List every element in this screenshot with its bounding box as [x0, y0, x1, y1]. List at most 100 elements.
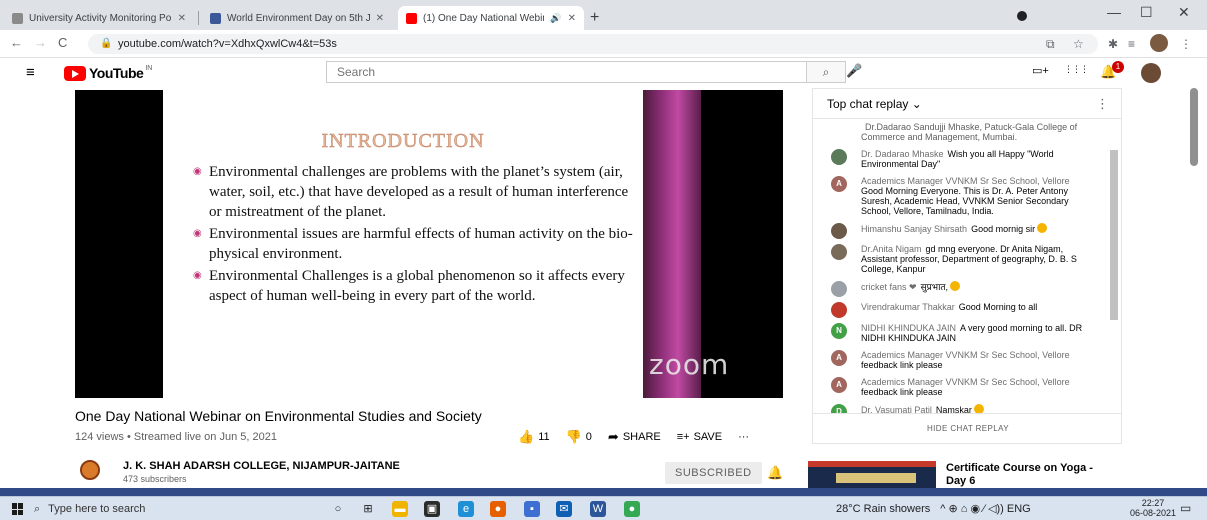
back-button[interactable]: ← [10, 35, 23, 50]
tab-university[interactable]: University Activity Monitoring Po ✕ [4, 6, 194, 30]
chat-author: Dr.Anita Nigam [861, 244, 922, 254]
slide-bullet: Environmental challenges are problems wi… [193, 162, 633, 222]
chat-avatar[interactable] [831, 302, 847, 318]
chat-scrollbar[interactable] [1110, 150, 1118, 320]
apps-grid-icon[interactable]: ⋮⋮⋮ [1064, 64, 1089, 75]
clock-date: 06-08-2021 [1130, 508, 1177, 518]
chat-message: Dr.Dadarao Sandujji Mhaske, Patuck-Gala … [813, 120, 1109, 144]
chat-mode-dropdown[interactable]: Top chat replay ⌄ [827, 97, 922, 111]
chat-avatar[interactable]: N [831, 323, 847, 339]
search-input[interactable] [327, 62, 806, 82]
hamburger-menu-icon[interactable]: ≡ [26, 64, 35, 81]
chat-avatar[interactable] [831, 244, 847, 260]
youtube-logo[interactable]: YouTube IN [64, 65, 152, 81]
chat-message: Dr.Anita Nigam gd mng everyone. Dr Anita … [813, 242, 1109, 276]
more-actions-button[interactable]: ··· [738, 431, 749, 443]
chat-message: Himanshu Sanjay Shirsath Good mornig sir [813, 221, 1109, 239]
subscribed-button[interactable]: SUBSCRIBED [665, 462, 762, 484]
maximize-button[interactable]: ☐ [1140, 4, 1153, 21]
recommended-video-thumbnail[interactable] [808, 461, 936, 491]
browser-menu-icon[interactable]: ⋮ [1180, 37, 1192, 51]
channel-name[interactable]: J. K. SHAH ADARSH COLLEGE, NIJAMPUR-JAIT… [123, 460, 400, 472]
microphone-icon[interactable]: 🎤 [846, 63, 862, 79]
action-center-icon[interactable]: ▭ [1180, 501, 1191, 515]
share-label: SHARE [622, 431, 661, 443]
chat-avatar[interactable]: A [831, 176, 847, 192]
page-scrollbar[interactable] [1190, 88, 1198, 166]
forward-button[interactable]: → [34, 35, 47, 50]
url-text[interactable]: youtube.com/watch?v=XdhxQxwlCw4&t=53s [118, 38, 337, 50]
windows-taskbar: ⌕ Type here to search ○ ⊞ ▬ ▣ e ● ▪ ✉ W ● 28°C Ra… [0, 496, 1207, 520]
tab-separator [198, 11, 199, 25]
task-view-icon[interactable]: ⊞ [360, 501, 376, 517]
chat-avatar[interactable] [831, 149, 847, 165]
chat-text: Good mornig sir [971, 224, 1036, 234]
chat-avatar[interactable]: A [831, 377, 847, 393]
extensions-icon[interactable]: ✱ [1108, 37, 1118, 51]
search-box[interactable] [326, 61, 806, 83]
cortana-icon[interactable]: ○ [330, 501, 346, 517]
channel-bell-icon[interactable]: 🔔 [767, 465, 783, 481]
chat-message: D Dr. Vasumati Patil Namskar [813, 402, 1109, 413]
chat-avatar[interactable]: A [831, 350, 847, 366]
clock-time: 22:27 [1141, 498, 1165, 508]
tray-icons[interactable]: ^ ⊕ ⌂ ◉ ⁄ ◁)) ENG [940, 502, 1030, 515]
store-icon[interactable]: ▣ [424, 501, 440, 517]
dislike-button[interactable]: 👎 0 [566, 429, 592, 445]
chat-text: Good Morning to all [958, 302, 1038, 312]
tab-close-icon[interactable]: ✕ [568, 13, 576, 24]
tab-environment-day[interactable]: World Environment Day on 5th J ✕ [202, 6, 392, 30]
reload-button[interactable]: C [58, 35, 67, 50]
address-bar[interactable]: 🔒 youtube.com/watch?v=XdhxQxwlCw4&t=53s … [88, 34, 1098, 54]
chat-avatar[interactable] [831, 223, 847, 239]
mail-icon[interactable]: ✉ [556, 501, 572, 517]
like-button[interactable]: 👍 11 [518, 429, 550, 445]
search-button[interactable]: ⌕ [806, 61, 846, 83]
new-tab-button[interactable]: + [590, 9, 599, 27]
share-page-icon[interactable]: ⧉ [1046, 37, 1055, 52]
clock[interactable]: 22:27 06-08-2021 [1130, 498, 1176, 518]
youtube-wordmark: YouTube [89, 65, 144, 81]
tab-close-icon[interactable]: ✕ [376, 13, 384, 24]
system-tray: 28°C Rain showers ^ ⊕ ⌂ ◉ ⁄ ◁)) ENG [836, 502, 1031, 516]
close-window-button[interactable]: ✕ [1178, 4, 1190, 21]
bookmark-star-icon[interactable]: ☆ [1073, 37, 1084, 51]
channel-avatar[interactable] [80, 460, 100, 480]
chat-messages[interactable]: Dr.Dadarao Sandujji Mhaske, Patuck-Gala … [813, 120, 1109, 413]
chat-message: A Academics Manager VVNKM Sr Sec School, … [813, 375, 1109, 399]
reading-list-icon[interactable]: ≡ [1128, 37, 1135, 51]
edge-icon[interactable]: e [458, 501, 474, 517]
tab-close-icon[interactable]: ✕ [178, 13, 186, 24]
youtube-account-avatar[interactable] [1141, 63, 1161, 83]
app-icon[interactable]: ▪ [524, 501, 540, 517]
chat-avatar[interactable] [831, 281, 847, 297]
chat-message: cricket fans ❤ सुप्रभात, [813, 279, 1109, 297]
minimize-button[interactable]: — [1107, 4, 1121, 20]
chrome-icon[interactable]: ● [624, 501, 640, 517]
weather-widget[interactable]: 28°C Rain showers [836, 503, 930, 515]
browser-profile-avatar[interactable] [1150, 34, 1168, 52]
create-video-icon[interactable]: ▭+ [1032, 64, 1049, 77]
word-icon[interactable]: W [590, 501, 606, 517]
chat-menu-icon[interactable]: ⋮ [1096, 96, 1109, 112]
subscriber-count: 473 subscribers [123, 474, 187, 484]
file-explorer-icon[interactable]: ▬ [392, 501, 408, 517]
firefox-icon[interactable]: ● [490, 501, 506, 517]
hide-chat-replay-button[interactable]: HIDE CHAT REPLAY [813, 413, 1121, 443]
chat-author: Himanshu Sanjay Shirsath [861, 224, 968, 234]
chat-text: feedback link please [861, 387, 943, 397]
video-player[interactable]: INTRODUCTION Environmental challenges ar… [75, 90, 783, 398]
save-button[interactable]: ≡+ SAVE [677, 431, 722, 443]
recommended-video-title[interactable]: Certificate Course on Yoga - Day 6 [946, 462, 1096, 488]
youtube-header: ≡ YouTube IN ⌕ 🎤 ▭+ ⋮⋮⋮ 🔔 [0, 58, 1207, 86]
tab-audio-icon[interactable]: 🔊 [550, 13, 561, 24]
emoji-icon [950, 281, 961, 291]
chat-text: Namskar [935, 405, 972, 413]
tab-youtube-active[interactable]: (1) One Day National Webinar 🔊 ✕ [398, 6, 584, 30]
browser-toolbar: ← → C 🔒 youtube.com/watch?v=XdhxQxwlCw4&… [0, 30, 1207, 58]
taskbar-search[interactable]: ⌕ Type here to search [34, 500, 296, 518]
chat-avatar[interactable]: D [831, 404, 847, 413]
video-title: One Day National Webinar on Environmenta… [75, 408, 482, 424]
share-button[interactable]: ➦ SHARE [608, 429, 661, 445]
windows-start-icon[interactable] [12, 503, 24, 515]
